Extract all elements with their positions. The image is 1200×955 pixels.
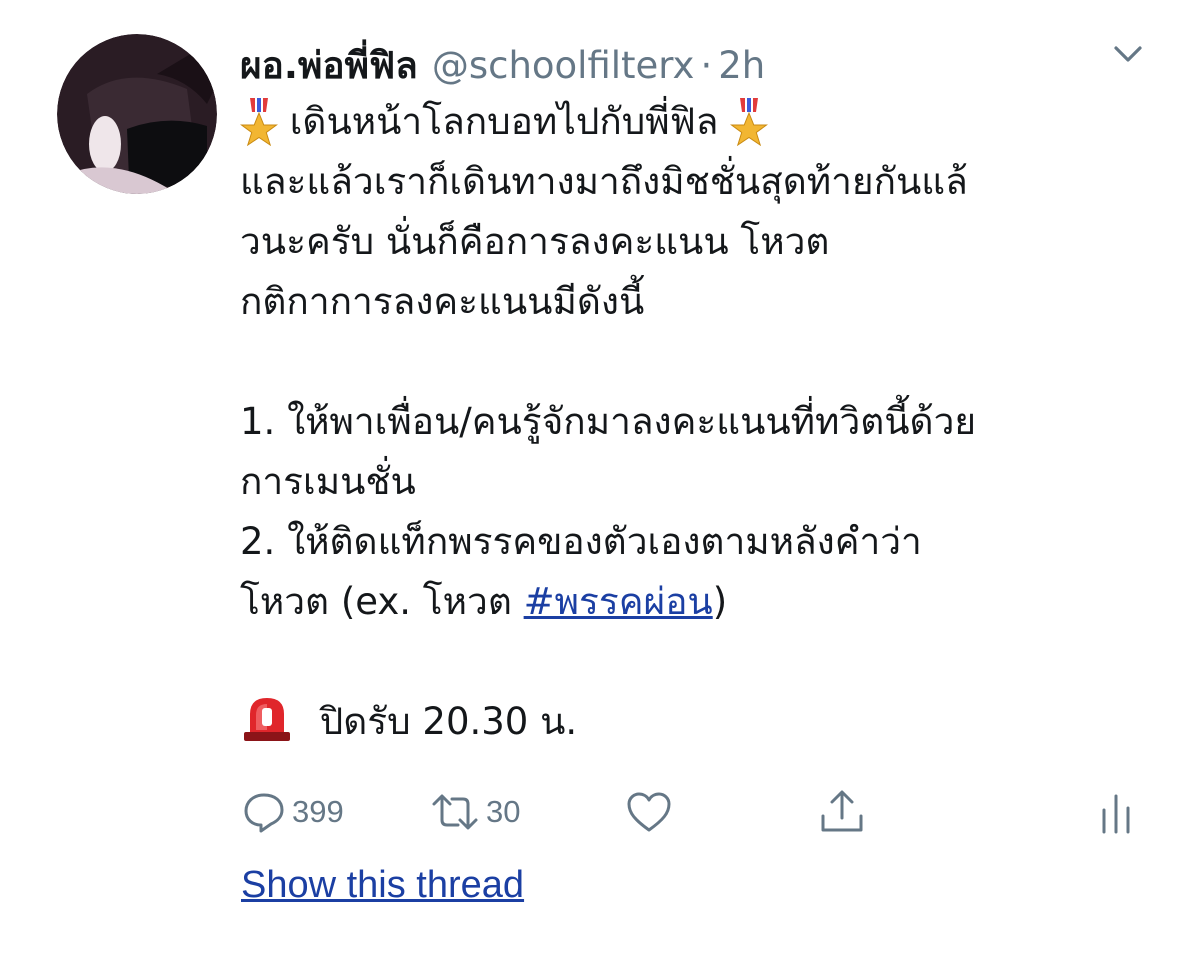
timestamp[interactable]: 2h — [718, 44, 765, 87]
separator-dot: · — [700, 44, 713, 87]
show-thread-link[interactable]: Show this thread — [241, 864, 524, 907]
retweet-button[interactable]: 30 — [430, 786, 520, 838]
tweet-line-8: 2. ให้ติดแท็กพรรคของตัวเองตามหลังคำว่า — [240, 520, 922, 563]
tweet-line-9-prefix: โหวต (ex. โหวต — [240, 580, 524, 623]
rotating-light-icon — [240, 694, 294, 744]
hashtag-link[interactable]: #พรรคผ่อน — [524, 580, 713, 623]
tweet-line-2: และแล้วเราก็เดินทางมาถึงมิชชั่นสุดท้ายกั… — [240, 160, 968, 203]
retweet-count: 30 — [486, 794, 521, 829]
tweet-line-1-text: เดินหน้าโลกบอทไปกับพี่ฟิล — [289, 100, 719, 143]
heart-icon — [625, 790, 673, 834]
military-medal-icon — [730, 96, 769, 147]
like-button[interactable] — [625, 786, 673, 838]
tweet-text: เดินหน้าโลกบอทไปกับพี่ฟิล และแล้วเราก็เด… — [239, 92, 1160, 752]
tweet-header: ผอ.พ่อพี่ฟิล @schoolfilterx · 2h — [240, 36, 765, 87]
retweet-icon — [430, 790, 480, 834]
share-button[interactable] — [818, 786, 866, 838]
share-icon — [818, 788, 866, 836]
tweet-line-7: การเมนชั่น — [240, 460, 416, 503]
chevron-down-icon[interactable] — [1106, 36, 1150, 72]
tweet-line-3: วนะครับ นั่นก็คือการลงคะแนน โหวต — [240, 220, 830, 263]
analytics-button[interactable] — [1098, 786, 1134, 838]
military-medal-icon — [239, 96, 279, 147]
reply-button[interactable]: 399 — [242, 786, 344, 838]
tweet-line-9: โหวต (ex. โหวต #พรรคผ่อน) — [240, 572, 1160, 632]
user-handle[interactable]: @schoolfilterx — [432, 44, 695, 87]
display-name[interactable]: ผอ.พ่อพี่ฟิล — [240, 36, 418, 95]
tweet-line-11: ปิดรับ 20.30 น. — [240, 692, 1160, 752]
analytics-icon — [1098, 790, 1134, 834]
tweet-line-11-text: ปิดรับ 20.30 น. — [319, 700, 578, 743]
avatar[interactable] — [57, 34, 217, 194]
tweet-actions: 399 30 — [240, 786, 1160, 838]
tweet-line-9-suffix: ) — [712, 580, 728, 623]
tweet-line-6: 1. ให้พาเพื่อน/คนรู้จักมาลงคะแนนที่ทวิตน… — [240, 400, 977, 443]
tweet-line-4: กติกาการลงคะแนนมีดังนี้ — [240, 280, 645, 323]
reply-count: 399 — [292, 794, 344, 829]
reply-icon — [242, 790, 286, 834]
tweet-line-1: เดินหน้าโลกบอทไปกับพี่ฟิล — [239, 92, 1160, 152]
